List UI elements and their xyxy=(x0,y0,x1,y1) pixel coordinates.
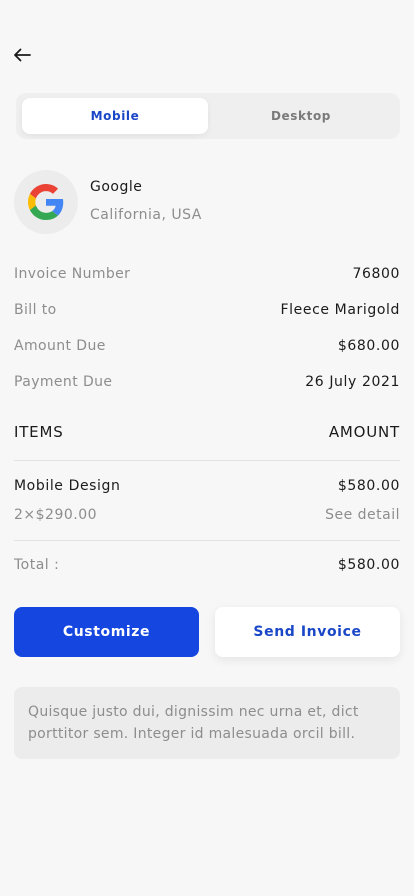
invoice-number-value: 76800 xyxy=(352,266,400,282)
divider xyxy=(14,540,400,541)
amount-due-row: Amount Due $680.00 xyxy=(14,336,400,356)
company-location: California, USA xyxy=(90,207,202,223)
item-name: Mobile Design xyxy=(14,478,121,494)
invoice-note: Quisque justo dui, dignissim nec urna et… xyxy=(14,687,400,759)
bill-to-value: Fleece Marigold xyxy=(280,302,400,318)
company-header: Google California, USA xyxy=(14,170,400,234)
see-detail-link[interactable]: See detail xyxy=(325,507,400,523)
payment-due-value: 26 July 2021 xyxy=(305,374,400,390)
payment-due-label: Payment Due xyxy=(14,374,113,390)
items-column-header: ITEMS xyxy=(14,423,64,441)
amount-due-label: Amount Due xyxy=(14,338,106,354)
view-toggle: Mobile Desktop xyxy=(16,93,400,139)
tab-desktop[interactable]: Desktop xyxy=(208,98,394,134)
customize-button[interactable]: Customize xyxy=(14,607,199,657)
list-item: Mobile Design $580.00 2×$290.00 See deta… xyxy=(14,478,400,528)
total-row: Total : $580.00 xyxy=(14,557,400,573)
item-quantity: 2×$290.00 xyxy=(14,507,98,523)
items-table-header: ITEMS AMOUNT xyxy=(14,423,400,441)
bill-to-label: Bill to xyxy=(14,302,57,318)
company-logo xyxy=(14,170,78,234)
total-label: Total : xyxy=(14,557,60,573)
tab-mobile[interactable]: Mobile xyxy=(22,98,208,134)
total-value: $580.00 xyxy=(337,557,400,573)
send-invoice-button[interactable]: Send Invoice xyxy=(215,607,400,657)
divider xyxy=(14,460,400,461)
arrow-left-icon xyxy=(14,48,31,62)
amount-due-value: $680.00 xyxy=(337,338,400,354)
payment-due-row: Payment Due 26 July 2021 xyxy=(14,372,400,392)
bill-to-row: Bill to Fleece Marigold xyxy=(14,300,400,320)
back-button[interactable] xyxy=(12,46,32,64)
item-amount: $580.00 xyxy=(337,478,400,494)
invoice-number-row: Invoice Number 76800 xyxy=(14,264,400,284)
amount-column-header: AMOUNT xyxy=(328,423,400,441)
invoice-number-label: Invoice Number xyxy=(14,266,131,282)
google-logo-icon xyxy=(28,184,64,220)
company-name: Google xyxy=(90,179,143,195)
